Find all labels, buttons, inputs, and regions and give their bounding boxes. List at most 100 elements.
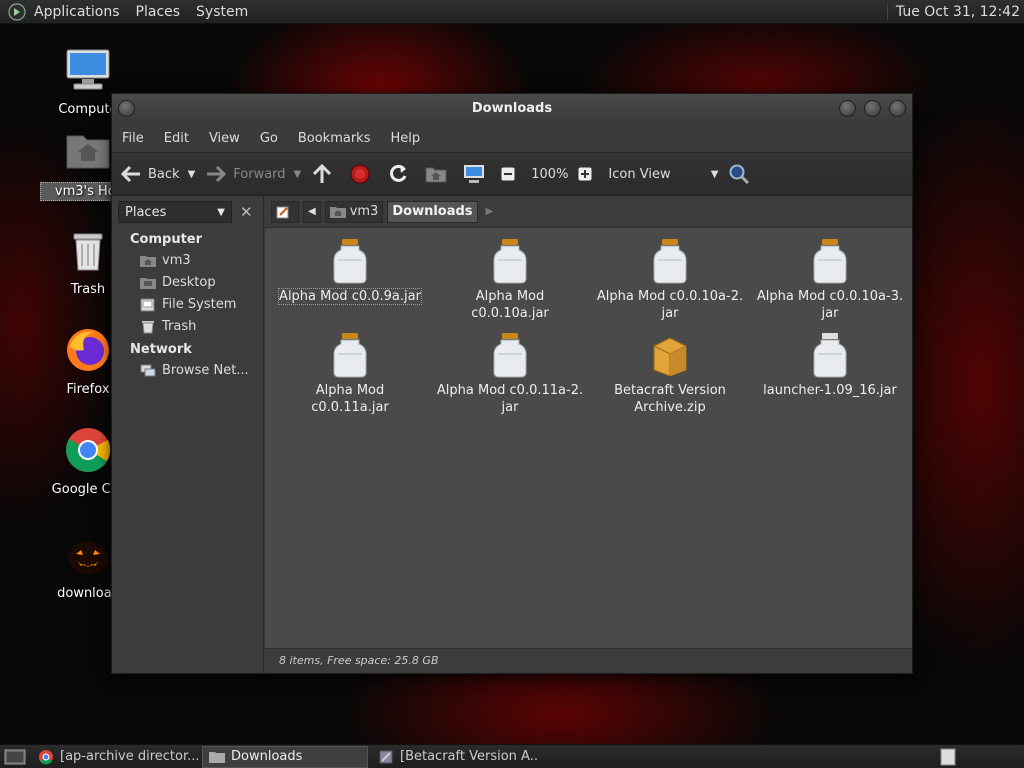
forward-button[interactable]: Forward ▼: [205, 164, 301, 184]
zoom-in-button[interactable]: [578, 167, 598, 181]
up-arrow-icon: [313, 164, 332, 183]
view-mode-label: Icon View: [608, 166, 671, 182]
folder-icon: [209, 751, 225, 763]
taskbar-item-downloads[interactable]: Downloads: [202, 745, 368, 768]
stop-icon: [350, 164, 370, 184]
sidebar-item-desktop[interactable]: Desktop: [112, 272, 263, 294]
home-button[interactable]: [425, 164, 453, 184]
menu-bookmarks[interactable]: Bookmarks: [288, 131, 381, 146]
file-name: Alpha Mod c0.0.10a-3.: [756, 289, 904, 304]
sidebar-section-network: Network: [130, 342, 192, 357]
places-menu[interactable]: Places: [128, 4, 189, 20]
window-menu-button[interactable]: [118, 100, 135, 117]
home-folder-icon: [329, 206, 346, 218]
file-name: Alpha Mod c0.0.10a-2.: [596, 289, 744, 304]
file-item[interactable]: Alpha Mod c0.0.11a.jar: [275, 332, 425, 416]
path-crumb-vm3[interactable]: vm3: [324, 200, 384, 223]
zoom-in-icon: [578, 167, 592, 181]
sidebar-item-trash[interactable]: Trash: [112, 316, 263, 338]
file-name-cont: jar: [501, 400, 519, 415]
path-scroll-right-icon[interactable]: ▶: [486, 206, 494, 217]
sidebar-header: Places ▼ ✕: [112, 196, 263, 228]
forward-history-dropdown-icon[interactable]: ▼: [294, 169, 302, 180]
jar-file-icon: [493, 333, 527, 378]
jar-file-icon: [333, 333, 367, 378]
zoom-out-button[interactable]: [501, 167, 521, 181]
close-sidebar-icon[interactable]: ✕: [240, 203, 253, 221]
sidebar-item-filesystem[interactable]: File System: [112, 294, 263, 316]
workspace-switcher-icon[interactable]: [940, 748, 956, 766]
path-crumb-downloads[interactable]: Downloads: [387, 200, 478, 223]
computer-button[interactable]: [463, 164, 491, 184]
jar-file-icon: [333, 239, 367, 284]
menu-edit[interactable]: Edit: [154, 131, 199, 146]
file-item[interactable]: Alpha Mod c0.0.11a-2. jar: [435, 332, 585, 416]
pumpkin-icon: [68, 542, 108, 574]
firefox-icon: [67, 329, 109, 371]
menu-file[interactable]: File: [112, 131, 154, 146]
file-icon-grid: Alpha Mod c0.0.9a.jar Alpha Mod c0.0.10a…: [265, 230, 912, 628]
search-button[interactable]: [728, 163, 756, 185]
file-item[interactable]: Alpha Mod c0.0.9a.jar: [275, 238, 425, 305]
view-mode-select[interactable]: Icon View ▼: [608, 167, 718, 182]
desktop-folder-icon: [140, 277, 156, 289]
sidebar-item-vm3[interactable]: vm3: [112, 250, 263, 272]
back-button[interactable]: Back ▼: [120, 164, 195, 184]
file-item[interactable]: Alpha Mod c0.0.10a-2. jar: [595, 238, 745, 322]
chrome-icon: [39, 749, 53, 764]
top-panel: Applications Places System Tue Oct 31, 1…: [0, 0, 1024, 24]
file-item[interactable]: Alpha Mod c0.0.10a-3. jar: [755, 238, 905, 322]
panel-clock[interactable]: Tue Oct 31, 12:42: [886, 4, 1020, 20]
status-bar: 8 items, Free space: 25.8 GB: [265, 648, 912, 673]
home-icon: [140, 255, 156, 267]
back-history-dropdown-icon[interactable]: ▼: [188, 169, 196, 180]
sidebar-type-label: Places: [125, 204, 167, 220]
menu-go[interactable]: Go: [250, 131, 288, 146]
maximize-button[interactable]: [864, 100, 881, 117]
path-bar: ◀ vm3 Downloads ▶: [265, 196, 912, 228]
distro-logo-icon[interactable]: [8, 2, 26, 21]
taskbar-item-label: Downloads: [231, 749, 303, 764]
sidebar-type-select[interactable]: Places ▼: [118, 201, 232, 223]
stop-button[interactable]: [349, 163, 377, 185]
back-arrow-icon: [120, 165, 140, 183]
system-menu[interactable]: System: [188, 4, 256, 20]
jar-file-icon: [653, 239, 687, 284]
applications-menu[interactable]: Applications: [26, 4, 128, 20]
forward-label: Forward: [233, 166, 286, 182]
sidebar-item-browse-network[interactable]: Browse Net...: [112, 360, 263, 382]
window-titlebar[interactable]: Downloads: [112, 94, 912, 124]
computer-icon: [464, 165, 485, 183]
menu-view[interactable]: View: [199, 131, 250, 146]
file-item[interactable]: launcher-1.09_16.jar: [755, 332, 905, 399]
network-icon: [140, 364, 156, 376]
minimize-button[interactable]: [839, 100, 856, 117]
edit-location-icon: [276, 206, 289, 218]
archive-icon: [379, 750, 393, 763]
toggle-location-entry-button[interactable]: [271, 200, 299, 223]
menu-help[interactable]: Help: [380, 131, 430, 146]
taskbar-item-chrome[interactable]: [ap-archive director...: [32, 746, 198, 768]
sidebar-item-label: vm3: [162, 253, 191, 268]
file-item[interactable]: Alpha Mod c0.0.10a.jar: [435, 238, 585, 322]
reload-icon: [390, 164, 407, 182]
path-scroll-left-button[interactable]: ◀: [303, 200, 321, 223]
taskbar-item-betacraft[interactable]: [Betacraft Version A...: [372, 746, 538, 768]
reload-button[interactable]: [387, 163, 415, 185]
chrome-icon: [66, 428, 111, 472]
path-crumb-label: vm3: [349, 204, 379, 219]
file-name-cont: Archive.zip: [634, 400, 706, 415]
file-item[interactable]: Betacraft Version Archive.zip: [595, 332, 745, 416]
close-button[interactable]: [889, 100, 906, 117]
show-desktop-icon[interactable]: [4, 747, 26, 767]
up-button[interactable]: [311, 164, 339, 184]
file-name: Alpha Mod c0.0.11a-2.: [436, 383, 584, 398]
content-area: Places ▼ ✕ Computer vm3 Desktop File Sys…: [112, 196, 912, 673]
chevron-down-icon: ▼: [710, 168, 719, 180]
taskbar-item-label: [ap-archive director...: [60, 749, 198, 764]
sidebar-item-label: File System: [162, 297, 237, 312]
file-name: Betacraft Version: [614, 383, 726, 398]
taskbar-item-label: [Betacraft Version A...: [400, 749, 538, 764]
computer-icon: [66, 49, 110, 90]
file-name: Alpha Mod c0.0.9a.jar: [278, 288, 422, 305]
